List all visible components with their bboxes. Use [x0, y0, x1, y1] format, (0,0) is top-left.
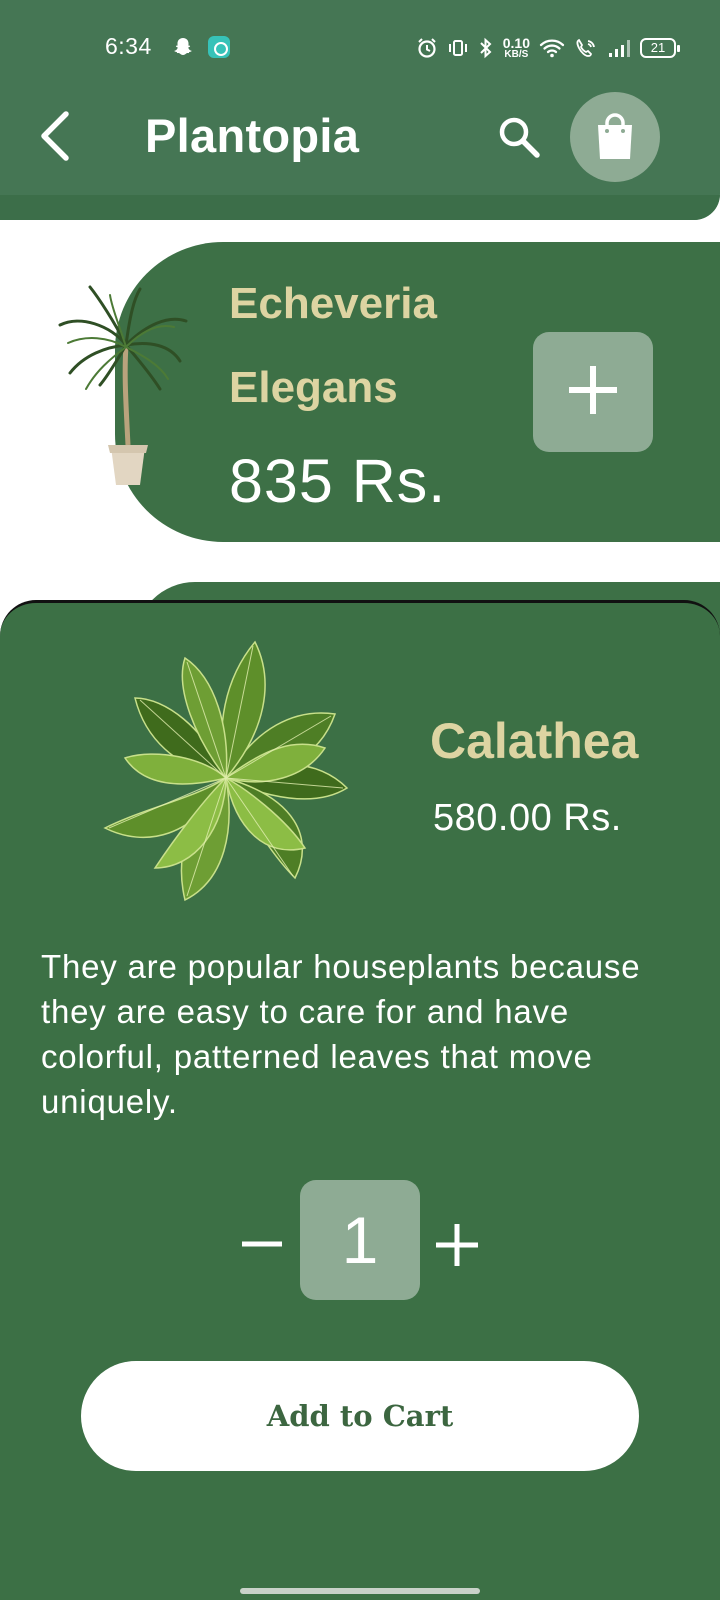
snapchat-icon: [172, 36, 194, 58]
app-bar-shade: [0, 195, 720, 220]
app-bar: 6:34 0.10 KB/S 21 Plantopia: [0, 0, 720, 220]
search-icon[interactable]: [494, 112, 544, 162]
net-speed-value: 0.10: [502, 35, 530, 51]
home-indicator[interactable]: [240, 1588, 480, 1594]
product-price: 835 Rs.: [229, 447, 447, 515]
status-bar: 6:34 0.10 KB/S 21: [0, 30, 720, 64]
alarm-icon: [416, 37, 438, 59]
detail-description: They are popular houseplants because the…: [41, 948, 641, 1120]
wifi-calling-icon: [574, 37, 598, 59]
product-name-line1: Echeveria: [229, 279, 437, 328]
detail-plant-price: 580.00 Rs.: [433, 797, 622, 839]
app-title: Plantopia: [145, 109, 360, 162]
status-icons: 0.10 KB/S 21: [416, 34, 680, 62]
add-to-cart-button[interactable]: Add to Cart: [81, 1361, 639, 1471]
wifi-icon: [539, 37, 565, 59]
bluetooth-icon: [478, 37, 494, 59]
decrease-quantity-button[interactable]: [240, 1222, 284, 1266]
product-name-line2: Elegans: [229, 363, 398, 412]
plant-image-echeveria: [50, 285, 190, 490]
network-speed: 0.10 KB/S: [503, 36, 530, 60]
plus-icon: [565, 362, 621, 423]
plant-image-calathea: [95, 638, 357, 910]
add-product-button[interactable]: [533, 332, 653, 452]
back-arrow-icon[interactable]: [36, 108, 76, 164]
screen: 6:34 0.10 KB/S 21 Plantopia Echeveria El…: [0, 0, 720, 1600]
detail-plant-name: Calathea: [430, 713, 639, 769]
increase-quantity-button[interactable]: [434, 1222, 480, 1268]
signal-icon: [607, 37, 631, 59]
status-time: 6:34: [105, 33, 152, 59]
shopping-bag-icon[interactable]: [570, 92, 660, 182]
net-speed-unit: KB/S: [504, 49, 529, 60]
quantity-value: 1: [300, 1180, 420, 1300]
product-name: Echeveria Elegans: [229, 262, 437, 430]
battery-icon: 21: [640, 38, 680, 58]
app-notification-icon: [208, 36, 230, 58]
vibrate-icon: [447, 37, 469, 59]
